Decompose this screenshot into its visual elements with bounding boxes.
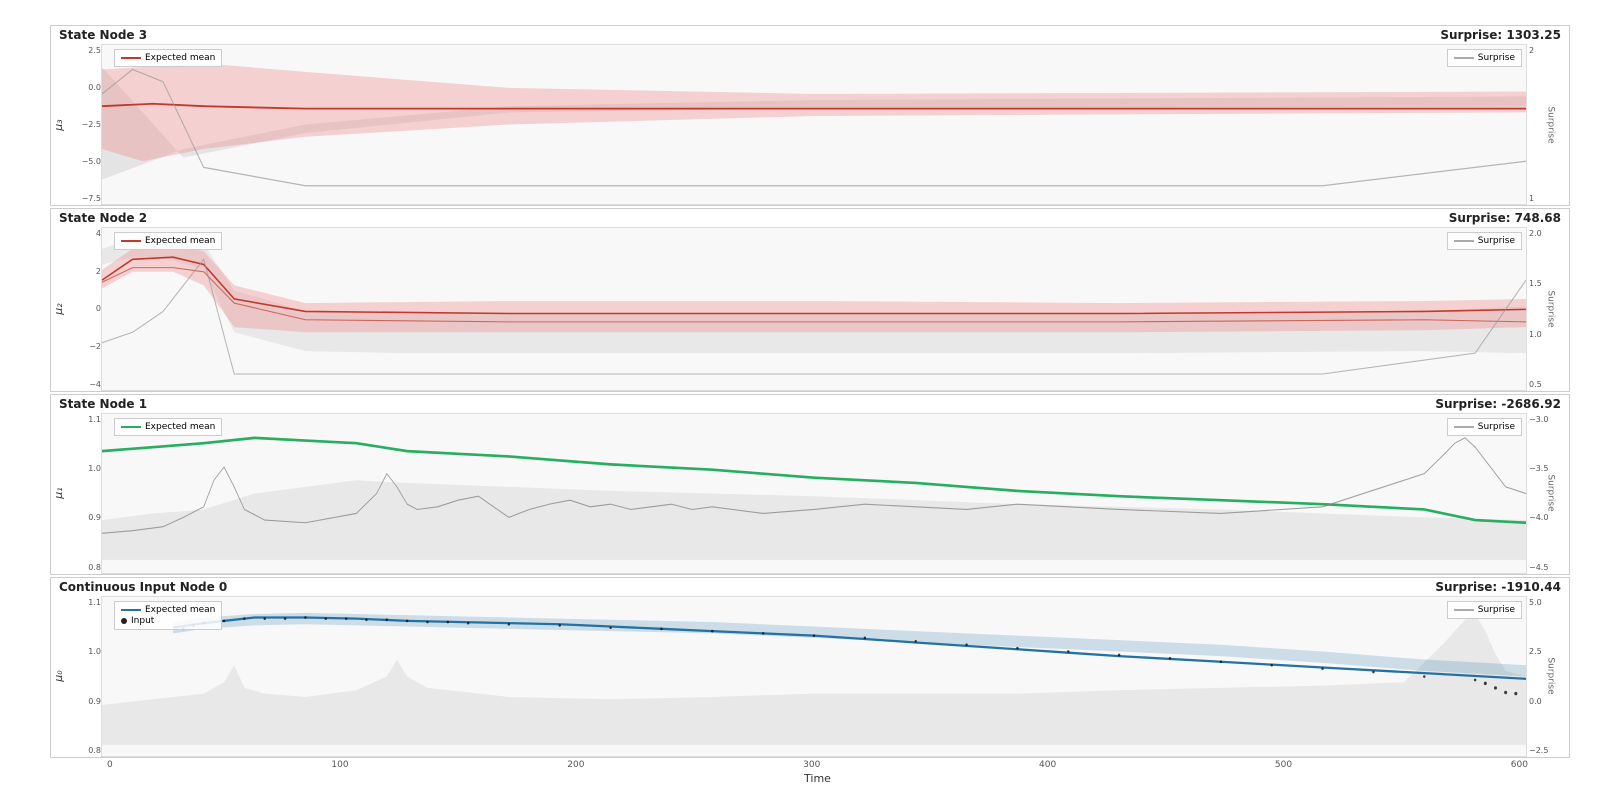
panel-node1-legend: Expected mean <box>114 418 222 436</box>
panel-node0-surprise-legend: Surprise <box>1447 601 1522 619</box>
panel-node3-surprise-legend: Surprise <box>1447 49 1522 67</box>
panel-node3-surprise-legend-label: Surprise <box>1478 53 1515 63</box>
panel-node3-svg <box>102 45 1526 204</box>
panel-node2-header: State Node 2 Surprise: 748.68 <box>51 209 1569 227</box>
panel-node3-title: State Node 3 <box>59 28 147 42</box>
main-container: State Node 3 Surprise: 1303.25 2.5 0.0 −… <box>30 15 1590 795</box>
panel-node3-legend: Expected mean <box>114 49 222 67</box>
panel-node2-surprise-legend-label: Surprise <box>1478 236 1515 246</box>
panel-node0: Continuous Input Node 0 Surprise: -1910.… <box>50 577 1570 758</box>
panel-node1-surprise-legend-label: Surprise <box>1478 422 1515 432</box>
panel-node3: State Node 3 Surprise: 1303.25 2.5 0.0 −… <box>50 25 1570 206</box>
panel-node0-legend-line <box>121 609 141 611</box>
panel-node1-surprise: Surprise: -2686.92 <box>1435 397 1561 411</box>
panel-node2-right-ylabel: Surprise <box>1545 290 1555 327</box>
panel-node3-surprise: Surprise: 1303.25 <box>1440 28 1561 42</box>
panel-node0-surprise-legend-label: Surprise <box>1478 605 1515 615</box>
panel-node3-chart-area: Expected mean Surprise <box>101 44 1527 205</box>
panel-node1-legend-line <box>121 426 141 428</box>
panel-node0-legend: Expected mean Input <box>114 601 222 630</box>
panel-node1-surprise-line <box>1454 426 1474 428</box>
panel-node0-legend-label1: Expected mean <box>145 605 215 615</box>
panel-node3-ylabel: μ₃ <box>52 119 65 130</box>
panel-node2-legend-line <box>121 240 141 242</box>
panel-node0-chart-area: Expected mean Input Surprise <box>101 596 1527 757</box>
panel-node2-legend: Expected mean <box>114 232 222 250</box>
panel-node2-legend-item: Expected mean <box>121 236 215 246</box>
x-axis: 0 100 200 300 400 500 600 Time <box>105 760 1530 785</box>
panel-node0-svg <box>102 597 1526 756</box>
panel-node2-surprise-line <box>1454 240 1474 242</box>
panel-node0-header: Continuous Input Node 0 Surprise: -1910.… <box>51 578 1569 596</box>
panel-node1-header: State Node 1 Surprise: -2686.92 <box>51 395 1569 413</box>
panel-node2-title: State Node 2 <box>59 211 147 225</box>
panel-node3-surprise-line <box>1454 57 1474 59</box>
panel-node2-svg <box>102 228 1526 390</box>
x-label: Time <box>804 772 831 785</box>
panel-node0-ylabel: μ₀ <box>52 671 65 682</box>
panel-node1: State Node 1 Surprise: -2686.92 1.1 1.0 … <box>50 394 1570 575</box>
panel-node3-legend-item: Expected mean <box>121 53 215 63</box>
panel-node3-legend-label: Expected mean <box>145 53 215 63</box>
panel-node0-title: Continuous Input Node 0 <box>59 580 227 594</box>
panel-node2-legend-label: Expected mean <box>145 236 215 246</box>
panel-node1-ylabel: μ₁ <box>52 488 65 499</box>
panel-node0-legend-label2: Input <box>131 616 154 626</box>
panel-node0-legend-dot <box>121 618 127 624</box>
panel-node3-header: State Node 3 Surprise: 1303.25 <box>51 26 1569 44</box>
panel-node3-legend-line <box>121 57 141 59</box>
panel-node2-surprise: Surprise: 748.68 <box>1449 211 1561 225</box>
panel-node2-ylabel: μ₂ <box>52 303 65 314</box>
panel-node2-surprise-legend: Surprise <box>1447 232 1522 250</box>
panel-node1-title: State Node 1 <box>59 397 147 411</box>
panel-node1-svg <box>102 414 1526 573</box>
panel-node0-legend-item-1: Expected mean <box>121 605 215 615</box>
panel-node0-legend-item-2: Input <box>121 616 215 626</box>
panel-node3-right-ylabel: Surprise <box>1545 106 1555 143</box>
panel-node1-right-ylabel: Surprise <box>1545 475 1555 512</box>
panel-node0-surprise: Surprise: -1910.44 <box>1435 580 1561 594</box>
panel-node1-legend-item: Expected mean <box>121 422 215 432</box>
panel-node1-legend-label: Expected mean <box>145 422 215 432</box>
x-ticks: 0 100 200 300 400 500 600 <box>105 760 1530 770</box>
panel-node0-surprise-line <box>1454 609 1474 611</box>
panel-node2: State Node 2 Surprise: 748.68 4 2 0 −2 −… <box>50 208 1570 392</box>
panel-node1-surprise-legend: Surprise <box>1447 418 1522 436</box>
panel-node0-right-ylabel: Surprise <box>1545 658 1555 695</box>
panel-node1-chart-area: Expected mean Surprise <box>101 413 1527 574</box>
panel-node2-chart-area: Expected mean Surprise <box>101 227 1527 391</box>
